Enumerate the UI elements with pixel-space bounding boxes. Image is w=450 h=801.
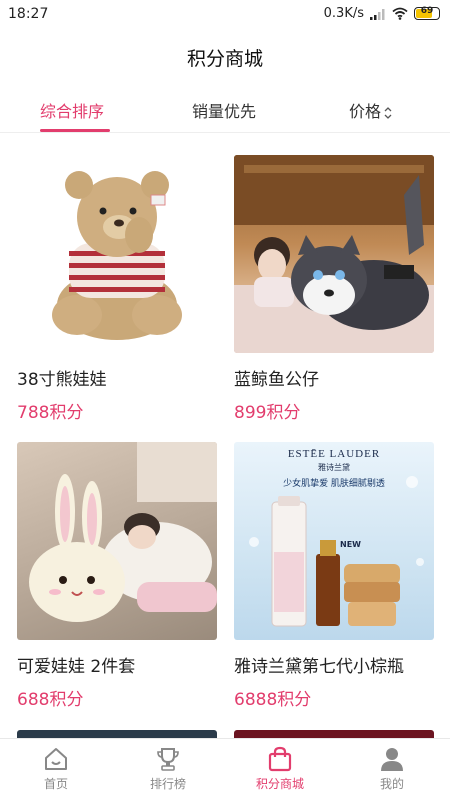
- product-card[interactable]: 蓝鲸鱼公仔 899积分: [234, 155, 434, 423]
- bottom-nav: 首页 排行榜 积分商城 我的: [0, 738, 450, 801]
- home-icon: [45, 748, 67, 770]
- product-image-peek: [234, 730, 434, 738]
- status-time: 18:27: [8, 6, 49, 22]
- nav-points-mall[interactable]: 积分商城: [235, 745, 325, 792]
- tab-comprehensive[interactable]: 综合排序: [40, 98, 104, 122]
- product-price: 6888积分: [234, 690, 312, 710]
- battery-level: 69: [420, 6, 434, 16]
- page-title: 积分商城: [186, 48, 263, 70]
- product-card[interactable]: ESTĒE LAUDER 雅诗兰黛 少女肌挚爱 肌肤细腻剔透 NEW 雅诗兰黛第…: [234, 442, 434, 710]
- nav-profile[interactable]: 我的: [347, 745, 437, 792]
- product-name: 雅诗兰黛第七代小棕瓶: [234, 657, 404, 677]
- product-name: 可爱娃娃 2件套: [17, 657, 136, 677]
- product-price: 688积分: [17, 690, 84, 710]
- product-price: 788积分: [17, 403, 84, 423]
- product-name: 蓝鲸鱼公仔: [234, 370, 319, 390]
- new-badge: NEW: [340, 540, 361, 549]
- sort-tabs: 综合排序 销量优先 价格: [0, 92, 450, 133]
- product-card[interactable]: 38寸熊娃娃 788积分: [17, 155, 217, 423]
- nav-home-label: 首页: [43, 777, 68, 791]
- tab-price[interactable]: 价格: [349, 98, 393, 122]
- sort-arrows-icon: [384, 106, 392, 119]
- nav-ranking[interactable]: 排行榜: [123, 745, 213, 792]
- tab-active-indicator: [40, 129, 110, 132]
- product-image-husky-plush: [234, 155, 434, 353]
- tab-sales[interactable]: 销量优先: [192, 98, 256, 122]
- user-icon: [381, 748, 403, 771]
- product-price: 899积分: [234, 403, 301, 423]
- product-name: 38寸熊娃娃: [17, 370, 107, 390]
- nav-home[interactable]: 首页: [11, 745, 101, 792]
- product-card[interactable]: 可爱娃娃 2件套 688积分: [17, 442, 217, 710]
- trophy-icon: [157, 748, 179, 771]
- product-image-peek: [17, 730, 217, 738]
- shopping-bag-icon: [268, 746, 292, 772]
- battery-icon: 69: [414, 6, 440, 20]
- network-speed: 0.3K/s: [323, 6, 364, 21]
- status-bar: 18:27 0.3K/s 69: [0, 0, 450, 32]
- nav-points-mall-label: 积分商城: [255, 777, 304, 791]
- wifi-icon: [392, 7, 408, 20]
- nav-ranking-label: 排行榜: [149, 777, 186, 791]
- nav-profile-label: 我的: [379, 777, 404, 791]
- product-image-estee-lauder: ESTĒE LAUDER 雅诗兰黛 少女肌挚爱 肌肤细腻剔透 NEW: [234, 442, 434, 640]
- status-right: 0.3K/s 69: [324, 6, 440, 21]
- signal-icon: [370, 8, 385, 20]
- tab-price-label: 价格: [349, 102, 382, 121]
- product-image-bunny-plush: [17, 442, 217, 640]
- product-image-teddy-bear: [17, 155, 217, 353]
